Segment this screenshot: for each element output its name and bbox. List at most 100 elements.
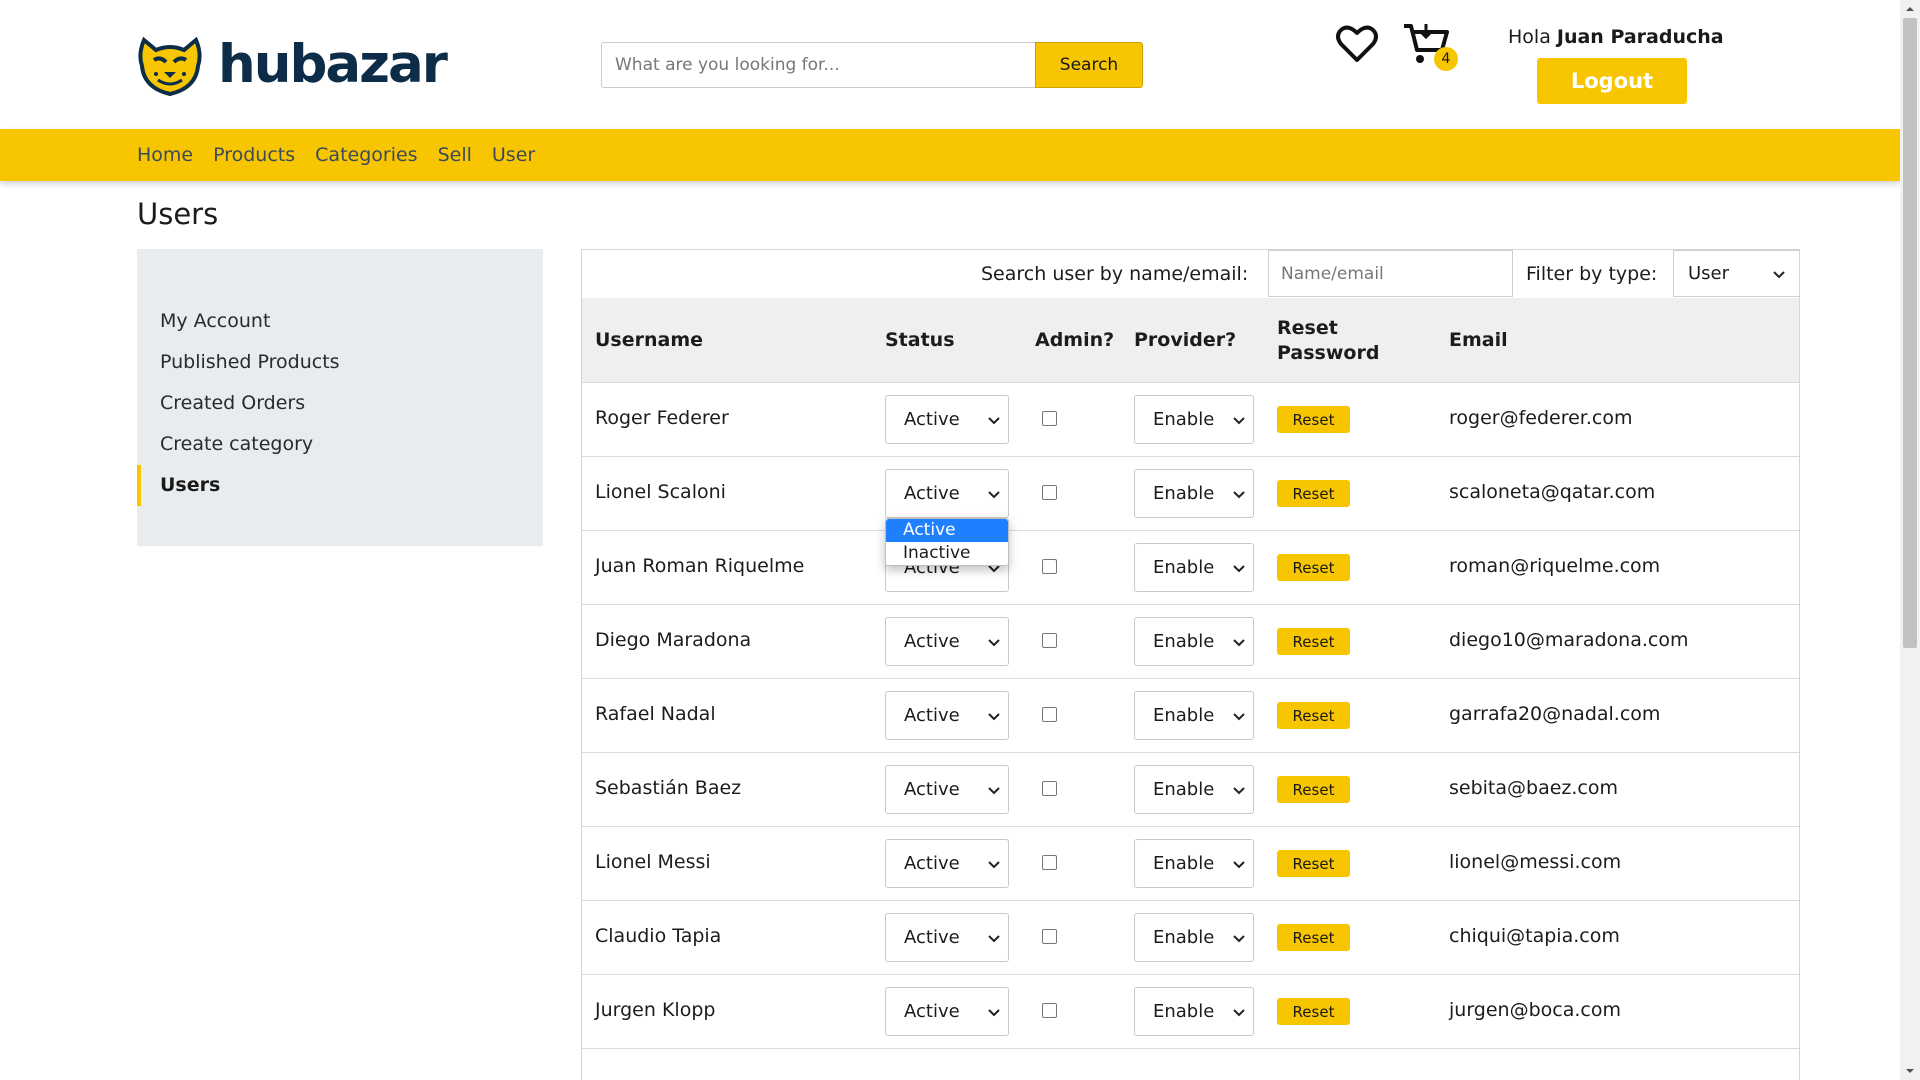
provider-value: Enable [1153,853,1215,874]
status-value: Active [904,779,960,800]
user-search-input[interactable] [1268,250,1513,297]
reset-password-button[interactable]: Reset [1277,406,1350,433]
user-greeting: Hola Juan Paraducha [1508,26,1724,48]
scroll-down-arrow-icon[interactable] [1905,1066,1915,1076]
table-row: Roger Federer Active Enable Reset roger@fede… [582,383,1799,457]
nav-user[interactable]: User [492,144,535,166]
sidebar-item-published-products[interactable]: Published Products [137,342,543,383]
status-option-inactive[interactable]: Inactive [886,542,1008,565]
main-nav: Home Products Categories Sell User [0,129,1900,181]
reset-password-button[interactable]: Reset [1277,850,1350,877]
provider-select[interactable]: Enable [1134,765,1254,814]
username-cell: Lionel Scaloni [595,481,726,503]
status-select[interactable]: Active [885,839,1009,888]
chevron-down-icon [988,861,1000,869]
search-input[interactable] [601,42,1035,88]
provider-value: Enable [1153,1001,1215,1022]
nav-sell[interactable]: Sell [438,144,472,166]
search-user-label: Search user by name/email: [981,263,1249,285]
admin-checkbox[interactable] [1042,633,1057,648]
admin-checkbox[interactable] [1042,929,1057,944]
status-option-active[interactable]: Active [886,519,1008,542]
scrollbar-thumb[interactable] [1903,18,1917,648]
header: hubazar Search 4 Hola Juan Paraducha Log… [0,0,1900,129]
header-reset-password: Reset Password [1277,316,1379,366]
username-cell: Rafael Nadal [595,703,716,725]
provider-select[interactable]: Enable [1134,839,1254,888]
header-admin: Admin? [1035,329,1115,351]
provider-select[interactable]: Enable [1134,913,1254,962]
status-select[interactable]: Active [885,987,1009,1036]
nav-products[interactable]: Products [213,144,295,166]
admin-checkbox[interactable] [1042,707,1057,722]
status-value: Active [904,483,960,504]
reset-password-button[interactable]: Reset [1277,628,1350,655]
status-select[interactable]: Active [885,395,1009,444]
admin-checkbox[interactable] [1042,1003,1057,1018]
account-sidebar: My Account Published Products Created Or… [137,249,543,546]
search-button[interactable]: Search [1035,42,1143,88]
filter-bar: Search user by name/email: Filter by typ… [582,250,1799,298]
status-select[interactable]: Active [885,913,1009,962]
admin-checkbox[interactable] [1042,411,1057,426]
provider-select[interactable]: Enable [1134,469,1254,518]
provider-value: Enable [1153,409,1215,430]
provider-select[interactable]: Enable [1134,617,1254,666]
sidebar-item-my-account[interactable]: My Account [137,301,543,342]
chevron-down-icon [988,713,1000,721]
username-cell: Diego Maradona [595,629,752,651]
logout-button[interactable]: Logout [1537,58,1687,104]
chevron-down-icon [1233,565,1245,573]
table-row: Rafael Nadal Active Enable Reset garrafa20@n… [582,679,1799,753]
provider-select[interactable]: Enable [1134,395,1254,444]
user-name: Juan Paraducha [1556,26,1724,48]
scroll-up-arrow-icon[interactable] [1905,4,1915,14]
page: hubazar Search 4 Hola Juan Paraducha Log… [0,0,1900,1080]
header-email: Email [1449,329,1508,351]
nav-categories[interactable]: Categories [315,144,417,166]
reset-password-button[interactable]: Reset [1277,998,1350,1025]
sidebar-item-created-orders[interactable]: Created Orders [137,383,543,424]
sidebar-item-users[interactable]: Users [137,465,543,506]
admin-checkbox[interactable] [1042,485,1057,500]
admin-checkbox[interactable] [1042,559,1057,574]
chevron-down-icon [988,787,1000,795]
header-reset-line2: Password [1277,342,1380,364]
chevron-down-icon [1233,861,1245,869]
provider-select[interactable]: Enable [1134,691,1254,740]
user-type-select[interactable]: User [1673,250,1799,297]
status-value: Active [904,1001,960,1022]
cart-count-badge: 4 [1434,47,1458,71]
status-select[interactable]: Active [885,691,1009,740]
reset-password-button[interactable]: Reset [1277,776,1350,803]
header-reset-line1: Reset [1277,317,1338,339]
status-select[interactable]: Active [885,617,1009,666]
email-cell: sebita@baez.com [1449,777,1619,799]
reset-password-button[interactable]: Reset [1277,480,1350,507]
username-cell: Lionel Messi [595,851,711,873]
page-scrollbar[interactable] [1900,0,1920,1080]
status-value: Active [904,705,960,726]
status-select[interactable]: Active [885,469,1009,518]
table-header: Username Status Admin? Provider? Reset P… [582,298,1799,383]
heart-icon[interactable] [1335,24,1379,64]
status-dropdown-menu: Active Inactive [885,518,1009,566]
nav-home[interactable]: Home [137,144,193,166]
status-value: Active [904,409,960,430]
status-select[interactable]: Active [885,765,1009,814]
cheetah-logo-icon [138,36,202,97]
email-cell: lionel@messi.com [1449,851,1622,873]
admin-checkbox[interactable] [1042,855,1057,870]
username-cell: Sebastián Baez [595,777,742,799]
provider-select[interactable]: Enable [1134,543,1254,592]
provider-value: Enable [1153,557,1215,578]
table-row: Lionel Scaloni Active Enable Reset scaloneta… [582,457,1799,531]
logo[interactable]: hubazar [136,30,448,98]
chevron-down-icon [1773,270,1785,278]
reset-password-button[interactable]: Reset [1277,924,1350,951]
admin-checkbox[interactable] [1042,781,1057,796]
provider-select[interactable]: Enable [1134,987,1254,1036]
reset-password-button[interactable]: Reset [1277,554,1350,581]
reset-password-button[interactable]: Reset [1277,702,1350,729]
sidebar-item-create-category[interactable]: Create category [137,424,543,465]
